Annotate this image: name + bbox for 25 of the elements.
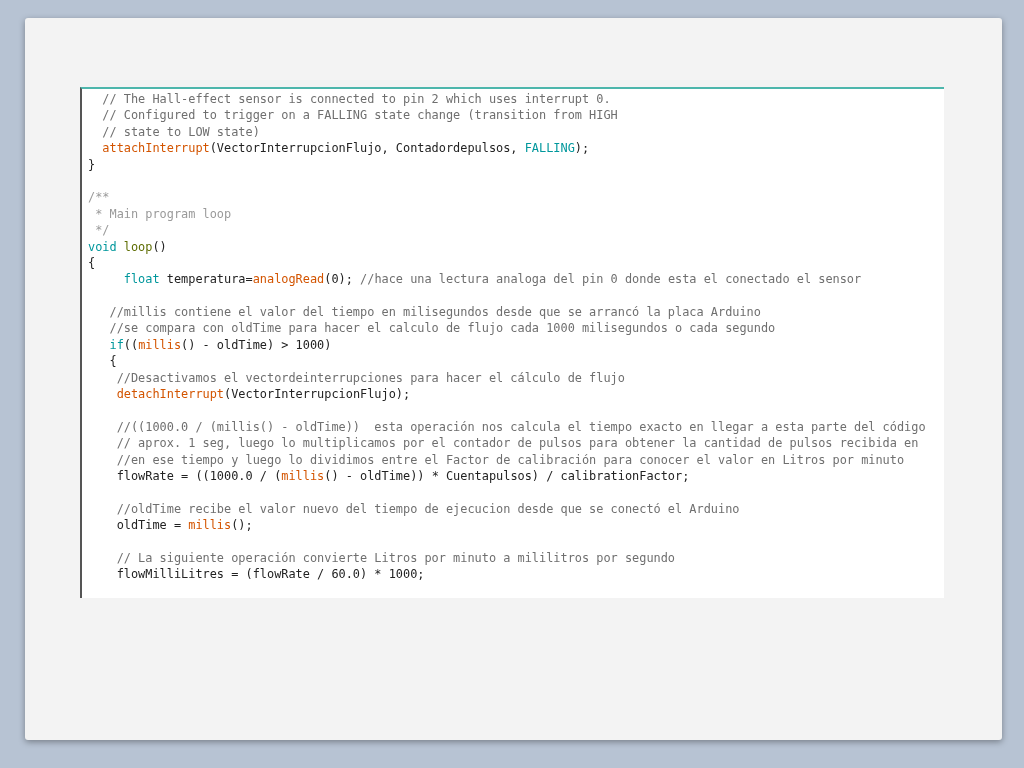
code-line: attachInterrupt(VectorInterrupcionFlujo, Contadordepulsos, FALLING); [101, 140, 591, 157]
code-line: // The Hall-effect sensor is connected to pin 2 which uses interrupt 0. [101, 91, 612, 108]
code-line: if((millis() - oldTime) > 1000) [108, 336, 333, 354]
code-line: detachInterrupt(VectorInterrupcionFlujo); [115, 386, 412, 403]
code-line: void loop() [88, 238, 168, 255]
code-line: //se compara con oldTime para hacer el calculo de flujo cada 1000 milisegundos o cada segundo [108, 320, 777, 337]
code-line: /** [88, 189, 111, 206]
code-line: // La siguiente operación convierte Litros por minuto a mililitros por segundo [115, 549, 677, 567]
code-line: float temperatura=analogRead(0); //hace una lectura analoga del pin 0 donde esta el conectado el sensor [122, 271, 863, 288]
code-line: */ [94, 222, 111, 239]
code-line: oldTime = millis(); [115, 517, 254, 534]
code-line: } [88, 156, 97, 173]
code-line: { [88, 254, 97, 272]
code-line: flowRate = ((1000.0 / (millis() - oldTime)) * Cuentapulsos) / calibrationFactor; [115, 468, 691, 485]
code-line: // aprox. 1 seg, luego lo multiplicamos por el contador de pulsos para obtener la cantidad de pulsos recibida en [115, 435, 920, 452]
code-line: * Main program loop [94, 205, 233, 223]
code-line: //((1000.0 / (millis() - oldTime)) esta operación nos calcula el tiempo exacto en llegar a esta parte del código [115, 418, 927, 436]
code-line: // Configured to trigger on a FALLING state change (transition from HIGH [101, 107, 619, 124]
code-line: //oldTime recibe el valor nuevo del tiempo de ejecucion desde que se conectó el Arduino [115, 500, 741, 518]
code-line: flowMilliLitres = (flowRate / 60.0) * 1000; [115, 566, 426, 583]
code-line: // state to LOW state) [101, 123, 261, 141]
code-line: //millis contiene el valor del tiempo en milisegundos desde que se arrancó la placa Arduino [108, 304, 762, 321]
code-line: //en ese tiempo y luego lo dividimos entre el Factor de calibración para conocer el valor en Litros por minuto [115, 451, 906, 468]
code-line: //Desactivamos el vectordeinterrupciones para hacer el cálculo de flujo [115, 369, 626, 387]
code-line: { [108, 353, 118, 370]
